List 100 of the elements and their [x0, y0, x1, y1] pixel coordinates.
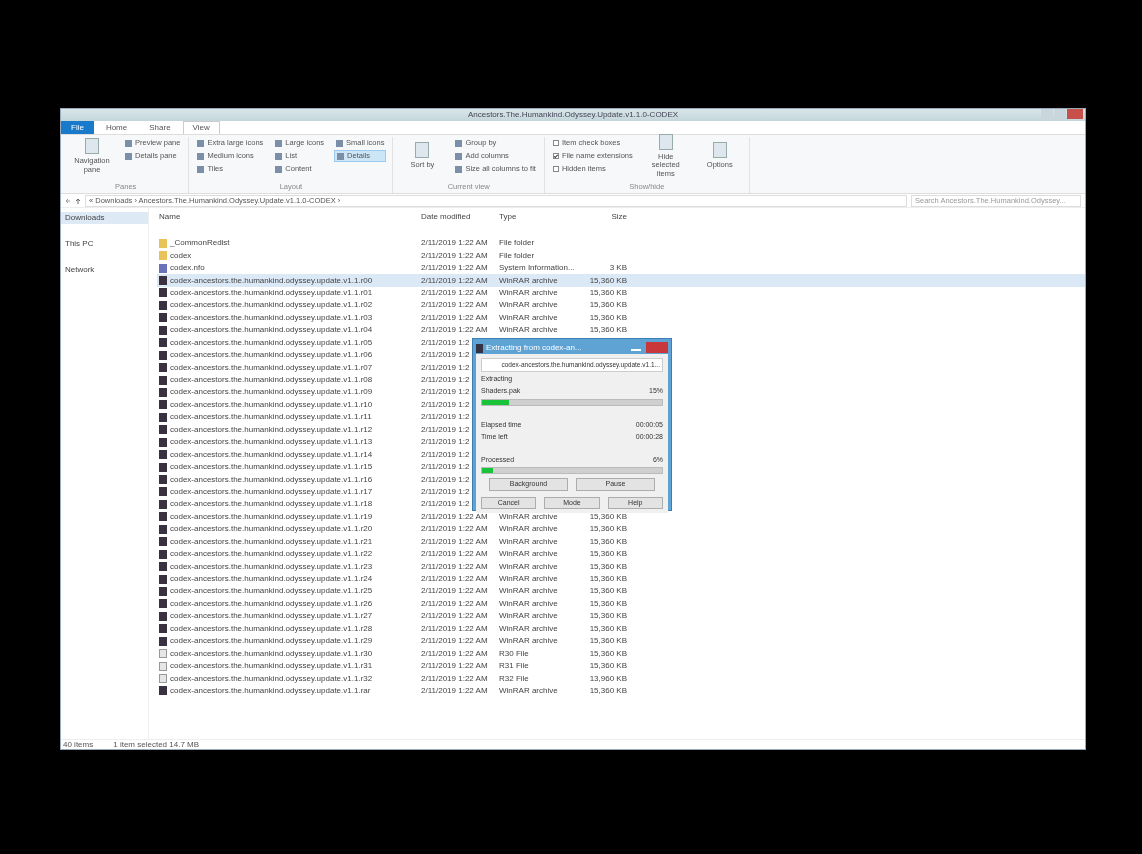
- date-cell: 2/11/2019 1:22 AM: [421, 597, 488, 610]
- checkbox[interactable]: [552, 140, 559, 146]
- size-cell: 15,360 KB: [589, 573, 627, 586]
- ribbon-tab[interactable]: Share: [139, 121, 181, 134]
- size-cell: 15,360 KB: [589, 622, 627, 635]
- type-cell: WinRAR archive: [499, 324, 558, 337]
- file-name: codex-ancestors.the.humankind.odyssey.update.v1.1.r01: [170, 286, 373, 299]
- date-cell: 2/11/2019 1:22 AM: [421, 672, 488, 685]
- checkbox[interactable]: [552, 153, 559, 159]
- size-cell: 15,360 KB: [589, 635, 627, 648]
- column-header[interactable]: Name: [157, 211, 419, 223]
- file-name: codex-ancestors.the.humankind.odyssey.update.v1.1.r22: [170, 548, 373, 561]
- date-cell: 2/11/2019 1:22 AM: [421, 249, 488, 262]
- up-icon[interactable]: [75, 197, 81, 204]
- date-cell: 2/11/2019 1:22 AM: [421, 660, 488, 673]
- sidebar-item[interactable]: Downloads: [61, 212, 148, 224]
- sidebar-item[interactable]: Network: [61, 264, 148, 276]
- column-header[interactable]: Date modified: [419, 211, 497, 223]
- file-name: codex-ancestors.the.humankind.odyssey.update.v1.1.r29: [170, 635, 373, 648]
- file-name: codex-ancestors.the.humankind.odyssey.update.v1.1.r23: [170, 560, 373, 573]
- size-cell: 15,360 KB: [589, 324, 627, 337]
- archive-icon: [159, 686, 167, 696]
- file-name: codex-ancestors.the.humankind.odyssey.update.v1.1.r25: [170, 585, 373, 598]
- file-menu-tab[interactable]: File: [61, 121, 94, 134]
- file-name: codex-ancestors.the.humankind.odyssey.update.v1.1.r00: [170, 274, 373, 287]
- file-name: codex.nfo: [170, 262, 205, 275]
- size-cell: 3 KB: [609, 262, 627, 275]
- selected-row[interactable]: codex-ancestors.the.humankind.odyssey.update.v1.1.r00 2/11/2019 1:22 AM WinRAR archive 15,360 KB: [157, 274, 1085, 287]
- date-cell: 2/11/2019 1:2: [421, 448, 470, 461]
- date-cell: 2/11/2019 1:22 AM: [421, 548, 488, 561]
- file-name: codex-ancestors.the.humankind.odyssey.update.v1.1.r28: [170, 622, 373, 635]
- size-cell: 15,360 KB: [589, 548, 627, 561]
- type-cell: R30 File: [499, 647, 529, 660]
- file-name: codex-ancestors.the.humankind.odyssey.update.v1.1.r09: [170, 386, 373, 399]
- dialog-title: Extracting from codex-an...: [486, 342, 582, 354]
- type-cell: WinRAR archive: [499, 560, 558, 573]
- date-cell: 2/11/2019 1:22 AM: [421, 510, 488, 523]
- date-cell: 2/11/2019 1:22 AM: [421, 622, 488, 635]
- file-name: codex-ancestors.the.humankind.odyssey.update.v1.1.r06: [170, 349, 373, 362]
- type-cell: WinRAR archive: [499, 610, 558, 623]
- ribbon-tab[interactable]: Home: [95, 121, 138, 134]
- file-name: codex-ancestors.the.humankind.odyssey.update.v1.1.r16: [170, 473, 373, 486]
- date-cell: 2/11/2019 1:2: [421, 411, 470, 424]
- date-cell: 2/11/2019 1:22 AM: [421, 647, 488, 660]
- date-cell: 2/11/2019 1:2: [421, 374, 470, 387]
- date-cell: 2/11/2019 1:22 AM: [421, 237, 488, 250]
- size-cell: 15,360 KB: [589, 286, 627, 299]
- size-cell: 15,360 KB: [589, 610, 627, 623]
- type-cell: System Information...: [499, 262, 575, 275]
- date-cell: 2/11/2019 1:2: [421, 336, 470, 349]
- file-name: codex-ancestors.the.humankind.odyssey.update.v1.1.r15: [170, 461, 373, 474]
- file-name: codex-ancestors.the.humankind.odyssey.update.v1.1.r26: [170, 597, 373, 610]
- column-header[interactable]: Type: [497, 211, 585, 223]
- checkbox[interactable]: [552, 166, 559, 172]
- file-name: codex-ancestors.the.humankind.odyssey.update.v1.1.r19: [170, 510, 373, 523]
- size-cell: 15,360 KB: [589, 510, 627, 523]
- file-name: codex-ancestors.the.humankind.odyssey.update.v1.1.r27: [170, 610, 373, 623]
- size-cell: 15,360 KB: [589, 274, 627, 287]
- file-name: codex-ancestors.the.humankind.odyssey.update.v1.1.rar: [170, 684, 371, 697]
- file-name: codex-ancestors.the.humankind.odyssey.update.v1.1.r13: [170, 436, 373, 449]
- type-cell: WinRAR archive: [499, 597, 558, 610]
- file-name: _CommonRedist: [170, 237, 230, 250]
- type-cell: R32 File: [499, 672, 529, 685]
- date-cell: 2/11/2019 1:22 AM: [421, 684, 488, 697]
- size-cell: 15,360 KB: [589, 684, 627, 697]
- window-title: Ancestors.The.Humankind.Odyssey.Update.v1.1.0-CODEX: [467, 109, 679, 121]
- type-cell: WinRAR archive: [499, 535, 558, 548]
- file-name: codex-ancestors.the.humankind.odyssey.update.v1.1.r21: [170, 535, 373, 548]
- type-cell: WinRAR archive: [499, 523, 558, 536]
- date-cell: 2/11/2019 1:2: [421, 361, 470, 374]
- file-name: codex: [170, 249, 192, 262]
- back-icon[interactable]: [65, 197, 71, 204]
- date-cell: 2/11/2019 1:22 AM: [421, 311, 488, 324]
- date-cell: 2/11/2019 1:2: [421, 473, 470, 486]
- size-cell: 13,960 KB: [589, 672, 627, 685]
- file-name: codex-ancestors.the.humankind.odyssey.update.v1.1.r03: [170, 311, 373, 324]
- file-name: codex-ancestors.the.humankind.odyssey.update.v1.1.r32: [170, 672, 373, 685]
- date-cell: 2/11/2019 1:2: [421, 461, 470, 474]
- file-name: codex-ancestors.the.humankind.odyssey.update.v1.1.r11: [170, 411, 372, 424]
- type-cell: WinRAR archive: [499, 573, 558, 586]
- size-cell: 15,360 KB: [589, 560, 627, 573]
- sidebar-item[interactable]: This PC: [61, 238, 148, 250]
- file-name: codex-ancestors.the.humankind.odyssey.update.v1.1.r04: [170, 324, 373, 337]
- column-header[interactable]: Size: [585, 211, 631, 223]
- date-cell: 2/11/2019 1:2: [421, 398, 470, 411]
- date-cell: 2/11/2019 1:22 AM: [421, 299, 488, 312]
- date-cell: 2/11/2019 1:22 AM: [421, 610, 488, 623]
- type-cell: R31 File: [499, 660, 529, 673]
- ribbon-tab[interactable]: View: [182, 121, 220, 134]
- date-cell: 2/11/2019 1:22 AM: [421, 274, 488, 287]
- date-cell: 2/11/2019 1:22 AM: [421, 262, 488, 275]
- file-name: codex-ancestors.the.humankind.odyssey.update.v1.1.r10: [170, 398, 373, 411]
- file-name: codex-ancestors.the.humankind.odyssey.update.v1.1.r12: [170, 423, 373, 436]
- type-cell: WinRAR archive: [499, 286, 558, 299]
- size-cell: 15,360 KB: [589, 311, 627, 324]
- date-cell: 2/11/2019 1:2: [421, 386, 470, 399]
- file-name: codex-ancestors.the.humankind.odyssey.update.v1.1.r18: [170, 498, 373, 511]
- file-name: codex-ancestors.the.humankind.odyssey.update.v1.1.r05: [170, 336, 373, 349]
- file-name: codex-ancestors.the.humankind.odyssey.update.v1.1.r20: [170, 523, 373, 536]
- date-cell: 2/11/2019 1:22 AM: [421, 324, 488, 337]
